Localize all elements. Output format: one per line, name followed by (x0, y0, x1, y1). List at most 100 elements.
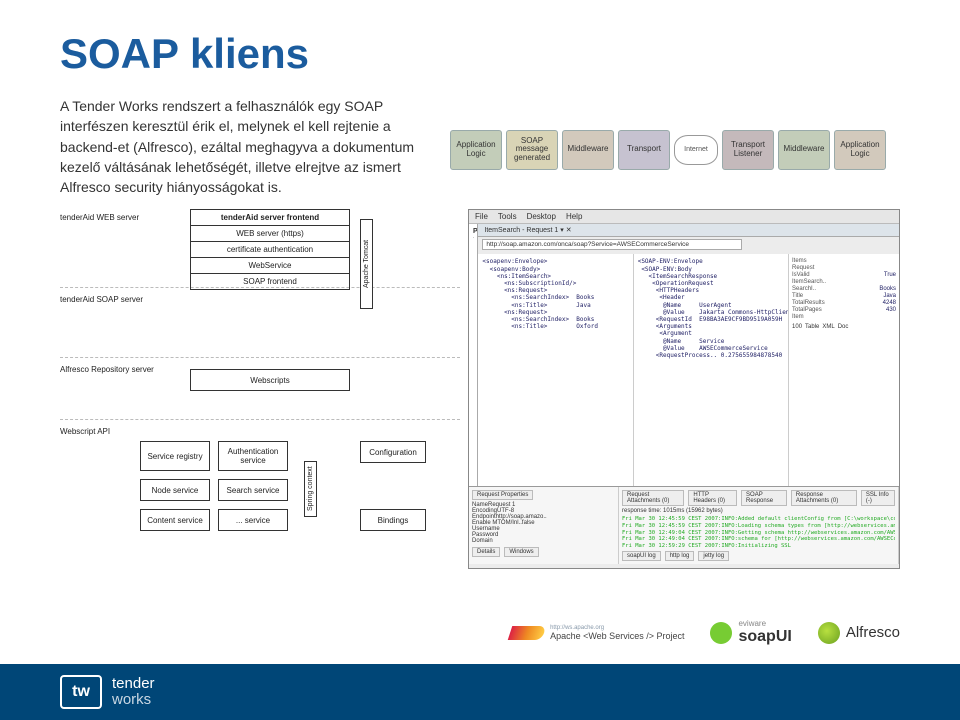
arch-webscripts: Webscripts (190, 369, 350, 391)
arch-label-repo: Alfresco Repository server (60, 365, 154, 374)
architecture-diagram: tenderAid WEB server tenderAid SOAP serv… (60, 209, 460, 569)
lower-tab[interactable]: SOAP Response (741, 490, 787, 506)
pipeline-app-logic-2: Application Logic (834, 130, 886, 170)
response-time: response time: 1015ms (15962 bytes) (622, 508, 895, 514)
arch-stack-row: WebService (191, 258, 349, 274)
arch-tomcat-label: Apache Tomcat (360, 219, 373, 309)
log-output: Fri Mar 30 12:45:59 CEST 2007:INFO:Added… (622, 516, 895, 549)
soapui-lower-pane: Request Properties NameRequest 1Encoding… (469, 486, 899, 564)
outline-row: TotalPages430 (792, 306, 896, 313)
soapui-logo: eviware soapUI (710, 619, 791, 646)
alfresco-text: Alfresco (846, 624, 900, 641)
apache-text: Apache <Web Services /> Project (550, 631, 684, 641)
soapui-window: File Tools Desktop Help Projects AmazonA… (468, 209, 900, 569)
soapui-request-pane: ItemSearch - Request 1 ▾ ✕ http://soap.a… (478, 224, 899, 486)
resp-tab[interactable]: Doc (838, 324, 849, 330)
request-tab[interactable]: ItemSearch - Request 1 ▾ ✕ (478, 224, 899, 237)
resp-tab[interactable]: 100 (792, 324, 802, 330)
outline-row: TitleJava (792, 292, 896, 299)
soapui-project-tree[interactable]: Projects AmazonAWSECommerceServicePortTy… (469, 224, 478, 486)
slide-title: SOAP kliens (60, 30, 900, 78)
lower-tab[interactable]: HTTP Headers (0) (688, 490, 737, 506)
request-tab-label: ItemSearch - Request 1 (484, 227, 558, 234)
log-tab[interactable]: soapUI log (622, 551, 661, 561)
lower-tab[interactable]: Request Properties (472, 490, 533, 500)
outline-row: Items (792, 257, 896, 264)
arch-configuration: Configuration (360, 441, 426, 463)
circle-icon (710, 622, 732, 644)
outline-row: TotalResults4248 (792, 299, 896, 306)
resp-tab[interactable]: XML (822, 324, 834, 330)
menu-item[interactable]: Desktop (527, 212, 556, 221)
top-row: A Tender Works rendszert a felhasználók … (60, 96, 900, 197)
resp-tab[interactable]: Table (805, 324, 819, 330)
arch-frontend-stack: tenderAid server frontend WEB server (ht… (190, 209, 350, 290)
pipeline-middleware-1: Middleware (562, 130, 614, 170)
log-tab[interactable]: jetty log (698, 551, 729, 561)
soapui-body: Projects AmazonAWSECommerceServicePortTy… (469, 224, 899, 486)
pipeline-middleware-2: Middleware (778, 130, 830, 170)
arch-label-api: Webscript API (60, 427, 110, 436)
lower-tab[interactable]: Request Attachments (0) (622, 490, 684, 506)
property-row: Domain (472, 538, 615, 544)
soapui-menubar: File Tools Desktop Help (469, 210, 899, 224)
response-xml[interactable]: <SOAP-ENV:Envelope <SOAP-ENV:Body <ItemS… (634, 254, 789, 486)
lower-tab[interactable]: Response Attachments (0) (791, 490, 857, 506)
response-view-tabs: 100 Table XML Doc (792, 324, 896, 330)
logo-row: http://ws.apache.org Apache <Web Service… (510, 619, 900, 646)
flower-icon (818, 622, 840, 644)
arch-more-service: ... service (218, 509, 288, 531)
outline-row: IsValidTrue (792, 271, 896, 278)
pipeline-transport: Transport (618, 130, 670, 170)
pipeline-app-logic: Application Logic (450, 130, 502, 170)
menu-item[interactable]: Help (566, 212, 582, 221)
log-pane: Request Attachments (0) HTTP Headers (0)… (619, 487, 899, 564)
arch-stack-row: certificate authentication (191, 242, 349, 258)
outline-row: ItemSearch.. (792, 278, 896, 285)
arch-search-service: Search service (218, 479, 288, 501)
arch-stack-row: SOAP frontend (191, 274, 349, 289)
url-bar: http://soap.amazon.com/onca/soap?Service… (478, 237, 899, 254)
request-xml[interactable]: <soapenv:Envelope> <soapenv:Body> <ns:It… (478, 254, 633, 486)
apache-ws-logo: http://ws.apache.org Apache <Web Service… (510, 625, 684, 641)
tw-mark: tw (60, 675, 102, 709)
arch-label-soap: tenderAid SOAP server (60, 295, 143, 304)
arch-bindings: Bindings (360, 509, 426, 531)
arch-service-registry: Service registry (140, 441, 210, 471)
slide: SOAP kliens A Tender Works rendszert a f… (0, 0, 960, 720)
eviware-text: eviware (738, 619, 766, 628)
endpoint-url[interactable]: http://soap.amazon.com/onca/soap?Service… (482, 239, 742, 250)
pipeline-internet-cloud: Internet (674, 135, 718, 165)
footer-line1: tender (112, 676, 155, 692)
bottom-tab[interactable]: Windows (504, 547, 538, 557)
soap-pipeline-diagram: Application Logic SOAP message generated… (450, 96, 900, 197)
outline-row: SearchI..Books (792, 285, 896, 292)
arch-content-service: Content service (140, 509, 210, 531)
alfresco-logo: Alfresco (818, 622, 900, 644)
arch-node-service: Node service (140, 479, 210, 501)
footer-bar: tw tender works (0, 664, 960, 720)
diagram-row: tenderAid WEB server tenderAid SOAP serv… (60, 209, 900, 569)
soapui-text: soapUI (738, 628, 791, 646)
arch-stack-row: WEB server (https) (191, 226, 349, 242)
lower-tab[interactable]: SSL Info (-) (861, 490, 895, 506)
menu-item[interactable]: File (475, 212, 488, 221)
pipeline-transport-listener: Transport Listener (722, 130, 774, 170)
arch-frontend-title: tenderAid server frontend (191, 210, 349, 226)
request-columns: <soapenv:Envelope> <soapenv:Body> <ns:It… (478, 254, 899, 486)
bottom-tab[interactable]: Details (472, 547, 500, 557)
tenderworks-logo: tw tender works (60, 675, 155, 709)
arch-label-web: tenderAid WEB server (60, 213, 139, 222)
log-tab[interactable]: http log (665, 551, 695, 561)
request-properties-pane: Request Properties NameRequest 1Encoding… (469, 487, 619, 564)
arch-spring-label: Spring context (304, 461, 317, 517)
footer-line2: works (112, 692, 155, 708)
outline-row: Item (792, 313, 896, 320)
outline-row: Request (792, 264, 896, 271)
response-outline: ItemsRequestIsValidTrueItemSearch..Searc… (789, 254, 899, 486)
menu-item[interactable]: Tools (498, 212, 517, 221)
pipeline-soap-msg: SOAP message generated (506, 130, 558, 170)
description: A Tender Works rendszert a felhasználók … (60, 96, 420, 197)
feather-icon (508, 626, 547, 640)
arch-auth-service: Authentication service (218, 441, 288, 471)
